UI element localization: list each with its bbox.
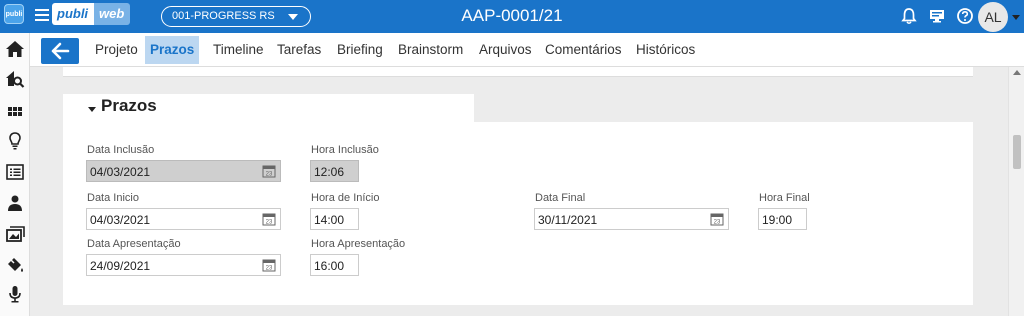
data-inicio-value: 04/03/2021 <box>90 213 151 227</box>
hora-apresentacao-value: 16:00 <box>314 259 345 273</box>
tab-tarefas[interactable]: Tarefas <box>272 36 326 64</box>
tab-historicos[interactable]: Históricos <box>631 36 700 64</box>
calendar-icon[interactable]: 23 <box>262 212 276 226</box>
hora-inclusao-field: 12:06 <box>310 160 359 182</box>
search-home-icon[interactable] <box>5 69 25 89</box>
data-final-field[interactable]: 30/11/2021 23 <box>534 208 729 230</box>
microphone-icon[interactable] <box>5 284 25 304</box>
calendar-icon[interactable]: 23 <box>262 258 276 272</box>
tab-brainstorm[interactable]: Brainstorm <box>393 36 468 64</box>
svg-text:23: 23 <box>266 220 273 226</box>
scrollbar-thumb[interactable] <box>1013 135 1021 169</box>
calendar-icon: 23 <box>262 165 276 178</box>
data-apresentacao-label: Data Apresentação <box>87 238 181 250</box>
previous-card-bottom <box>63 67 973 77</box>
svg-text:23: 23 <box>266 172 273 178</box>
top-bar: publi publi web 001-PROGRESS RS AAP-0001… <box>0 0 1024 33</box>
data-inclusao-field: 04/03/2021 23 <box>86 160 281 182</box>
tab-prazos[interactable]: Prazos <box>145 36 200 64</box>
svg-text:23: 23 <box>266 266 273 272</box>
svg-text:23: 23 <box>714 220 721 226</box>
hora-apresentacao-label: Hora Apresentação <box>311 238 406 250</box>
hora-inicio-label: Hora de Início <box>311 192 380 204</box>
user-avatar[interactable]: AL <box>978 2 1008 32</box>
data-final-label: Data Final <box>535 192 586 204</box>
hora-final-value: 19:00 <box>762 213 793 227</box>
help-icon[interactable] <box>956 7 974 25</box>
data-apresentacao-field[interactable]: 24/09/2021 23 <box>86 254 281 276</box>
user-icon[interactable] <box>5 193 25 213</box>
user-menu-chevron-icon[interactable] <box>1012 15 1020 20</box>
monitor-icon[interactable] <box>928 7 946 25</box>
data-final-value: 30/11/2021 <box>538 213 598 227</box>
tab-briefing[interactable]: Briefing <box>332 36 388 64</box>
data-inicio-field[interactable]: 04/03/2021 23 <box>86 208 281 230</box>
hora-apresentacao-field[interactable]: 16:00 <box>310 254 359 276</box>
hora-final-label: Hora Final <box>759 192 810 204</box>
tab-comentarios[interactable]: Comentários <box>540 36 627 64</box>
section-title: Prazos <box>101 96 157 115</box>
data-inicio-label: Data Inicio <box>87 192 139 204</box>
tab-projeto[interactable]: Projeto <box>90 36 143 64</box>
record-title: AAP-0001/21 <box>461 6 563 25</box>
vertical-scrollbar[interactable] <box>1008 67 1024 316</box>
bell-icon[interactable] <box>900 7 918 25</box>
collapse-caret-icon[interactable] <box>88 107 96 112</box>
content-area: Prazos Data Inclusão 04/03/2021 23 Hora … <box>30 67 1008 316</box>
section-header: Prazos <box>63 94 474 122</box>
data-inclusao-value: 04/03/2021 <box>90 165 151 179</box>
hora-inclusao-value: 12:06 <box>314 165 345 179</box>
prazos-form: Data Inclusão 04/03/2021 23 Hora Inclusã… <box>63 122 973 305</box>
data-inclusao-label: Data Inclusão <box>87 144 155 156</box>
dashboard-icon[interactable] <box>5 102 25 122</box>
home-icon[interactable] <box>5 39 25 59</box>
left-sidebar <box>0 33 30 316</box>
tab-timeline[interactable]: Timeline <box>208 36 269 64</box>
hora-inicio-field[interactable]: 14:00 <box>310 208 359 230</box>
calendar-icon[interactable]: 23 <box>710 212 724 226</box>
hora-inclusao-label: Hora Inclusão <box>311 144 379 156</box>
lightbulb-icon[interactable] <box>5 131 25 151</box>
tab-arquivos[interactable]: Arquivos <box>474 36 537 64</box>
hora-final-field[interactable]: 19:00 <box>758 208 807 230</box>
list-icon[interactable] <box>5 162 25 182</box>
data-apresentacao-value: 24/09/2021 <box>90 259 151 273</box>
back-button[interactable] <box>41 38 79 64</box>
arrow-left-icon <box>51 42 70 60</box>
media-icon[interactable] <box>5 224 25 244</box>
hora-inicio-value: 14:00 <box>314 213 345 227</box>
paint-bucket-icon[interactable] <box>5 255 25 275</box>
scroll-up-arrow-icon[interactable] <box>1013 70 1021 75</box>
tab-bar: Projeto Prazos Timeline Tarefas Briefing… <box>30 33 1024 67</box>
